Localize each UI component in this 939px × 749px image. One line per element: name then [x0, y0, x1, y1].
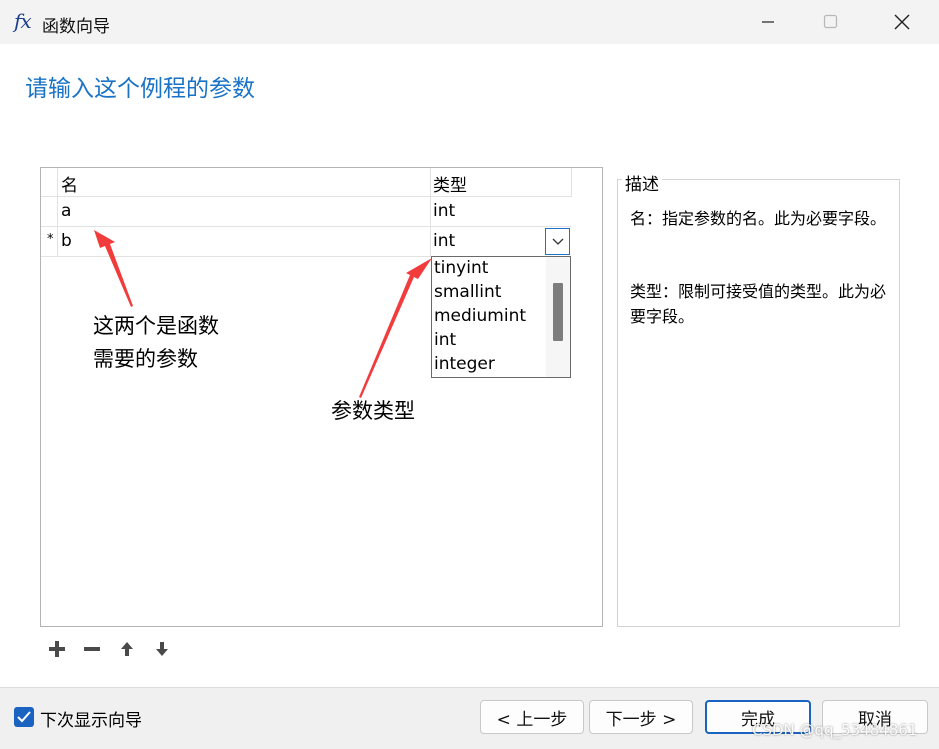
arrow-up-icon [121, 642, 133, 656]
minus-icon [84, 647, 100, 651]
description-legend: 描述 [622, 170, 662, 195]
move-up-button[interactable] [115, 638, 139, 660]
arrow-to-type [359, 258, 432, 398]
next-button[interactable]: 下一步 > [589, 700, 693, 734]
show-wizard-label[interactable]: 下次显示向导 [40, 706, 142, 731]
annotation-type: 参数类型 [331, 399, 415, 423]
show-wizard-checkbox[interactable] [14, 707, 34, 727]
arrow-to-params [94, 230, 133, 307]
description-name-field: 名：指定参数的名。此为必要字段。 [630, 209, 887, 228]
remove-parameter-button[interactable] [80, 638, 104, 660]
arrow-down-icon [156, 642, 168, 656]
checkmark-icon [17, 711, 31, 723]
back-button[interactable]: < 上一步 [480, 700, 584, 734]
watermark: CSDN @qq_53484861 [752, 721, 918, 739]
description-type-field: 类型：限制可接受值的类型。此为必要字段。 [630, 282, 887, 326]
move-down-button[interactable] [150, 638, 174, 660]
annotation-params-line2: 需要的参数 [93, 347, 198, 371]
annotation-params-line1: 这两个是函数 [93, 314, 219, 338]
plus-icon [49, 641, 65, 657]
add-parameter-button[interactable] [45, 638, 69, 660]
description-panel [617, 179, 900, 627]
